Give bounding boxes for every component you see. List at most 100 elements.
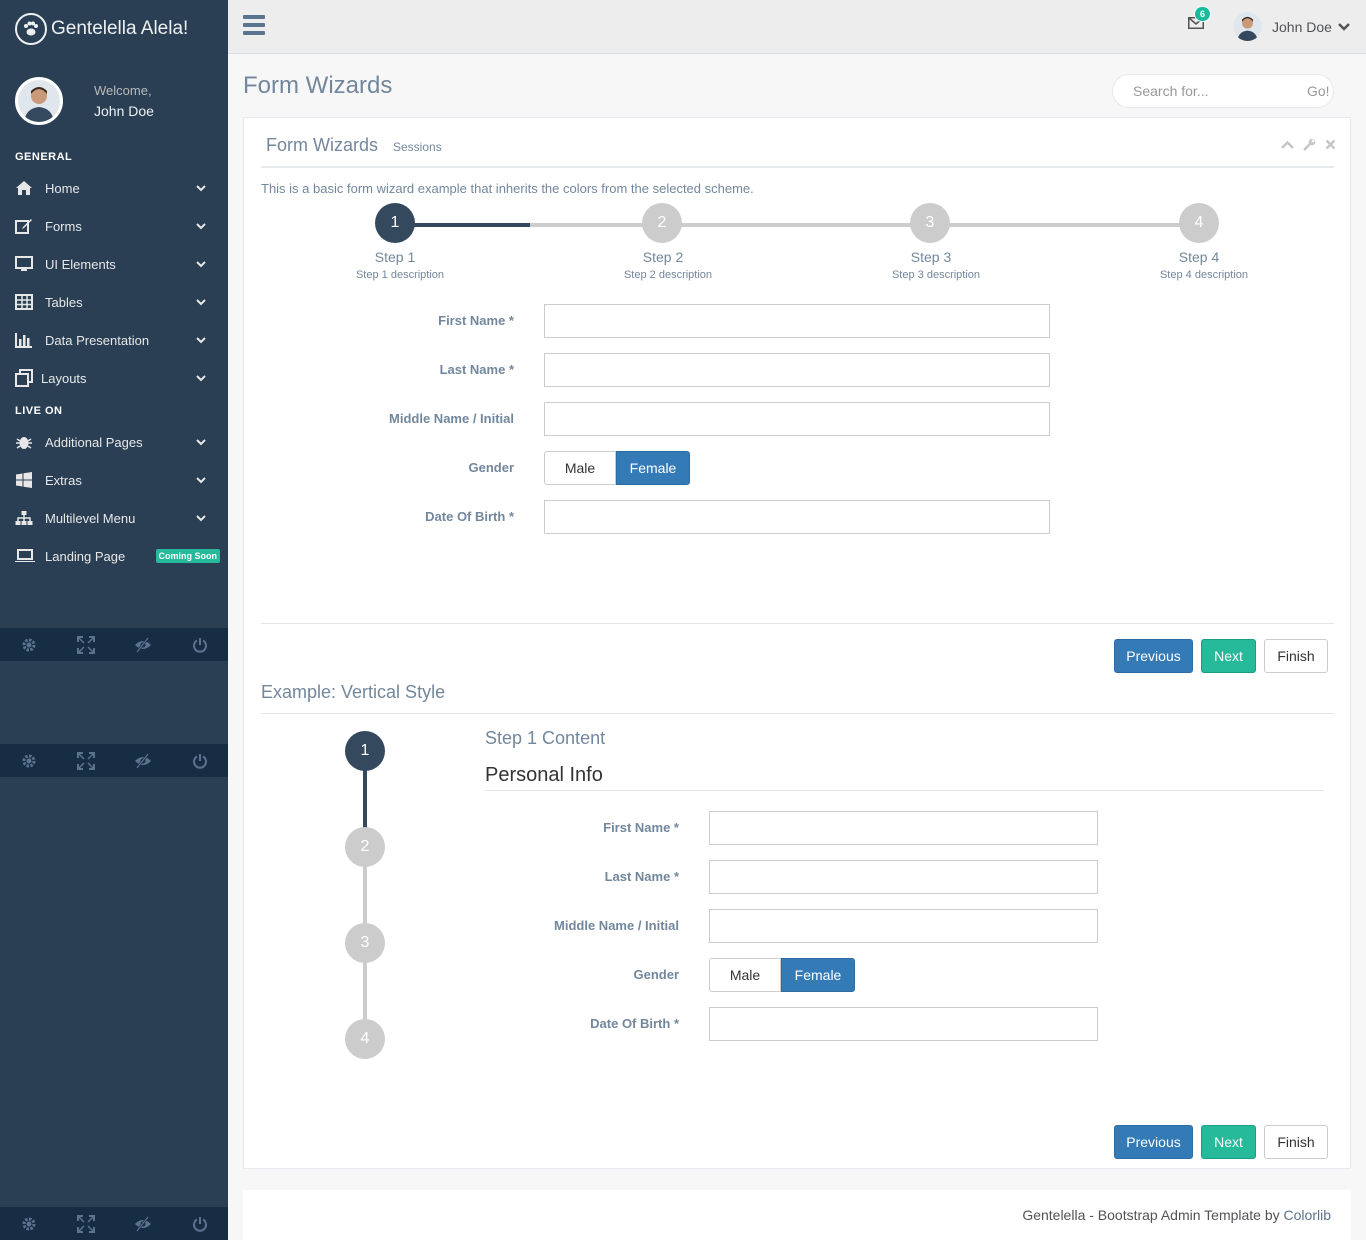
last-name-field[interactable] xyxy=(709,860,1098,894)
menu-section-live: LIVE ON xyxy=(15,405,63,417)
settings-icon[interactable] xyxy=(9,753,49,769)
chevron-down-icon xyxy=(196,295,206,310)
sidebar-item-label: Extras xyxy=(45,472,82,488)
gender-female-button[interactable]: Female xyxy=(616,451,690,485)
edit-icon xyxy=(15,217,37,235)
step-3-description: Step 3 description xyxy=(891,269,981,281)
first-name-label: First Name * xyxy=(603,820,679,835)
sidebar-item-label: Home xyxy=(45,180,80,196)
welcome-text: Welcome, xyxy=(94,83,152,98)
sidebar-item-label: Additional Pages xyxy=(45,434,143,450)
user-dropdown[interactable]: John Doe xyxy=(1233,12,1350,41)
dob-field[interactable] xyxy=(709,1007,1098,1041)
chevron-down-icon xyxy=(196,511,206,526)
step-3-circle[interactable]: 3 xyxy=(910,203,950,243)
step-track-line xyxy=(530,223,1200,227)
user-name: John Doe xyxy=(1272,18,1332,35)
colorlib-link[interactable]: Colorlib xyxy=(1284,1207,1331,1223)
previous-button[interactable]: Previous xyxy=(1114,639,1193,673)
sidebar-item-label: UI Elements xyxy=(45,256,116,272)
sidebar-item-forms[interactable]: Forms xyxy=(0,207,228,245)
chevron-down-icon xyxy=(196,181,206,196)
chevron-down-icon xyxy=(196,435,206,450)
eye-slash-icon[interactable] xyxy=(123,752,163,769)
vertical-example-heading: Example: Vertical Style xyxy=(261,682,446,702)
sidebar: Gentelella Alela! Welcome, John Doe GENE… xyxy=(0,0,228,1240)
middle-name-label: Middle Name / Initial xyxy=(389,411,514,426)
last-name-label: Last Name * xyxy=(439,362,514,377)
brand[interactable]: Gentelella Alela! xyxy=(0,0,228,57)
step-4-circle[interactable]: 4 xyxy=(1179,203,1219,243)
bug-icon xyxy=(15,433,37,451)
sidebar-item-layouts[interactable]: Layouts xyxy=(0,359,228,397)
power-icon[interactable] xyxy=(180,637,220,653)
power-icon[interactable] xyxy=(180,753,220,769)
step-content-title: Step 1 Content xyxy=(485,728,606,748)
gender-female-button[interactable]: Female xyxy=(781,958,855,992)
avatar xyxy=(15,77,63,125)
eye-slash-icon[interactable] xyxy=(123,636,163,653)
profile-name: John Doe xyxy=(94,103,154,119)
sidebar-item-multilevel-menu[interactable]: Multilevel Menu xyxy=(0,499,228,537)
first-name-field[interactable] xyxy=(709,811,1098,845)
sidebar-item-additional-pages[interactable]: Additional Pages xyxy=(0,423,228,461)
next-button[interactable]: Next xyxy=(1201,639,1256,673)
sidebar-item-ui-elements[interactable]: UI Elements xyxy=(0,245,228,283)
intro-text: This is a basic form wizard example that… xyxy=(261,181,754,196)
divider xyxy=(485,790,1324,791)
finish-button[interactable]: Finish xyxy=(1264,1125,1328,1159)
page-title: Form Wizards xyxy=(243,72,393,99)
next-button[interactable]: Next xyxy=(1201,1125,1256,1159)
step-2-title: Step 2 xyxy=(642,249,684,265)
dob-field[interactable] xyxy=(544,500,1050,534)
vertical-step-2-circle[interactable]: 2 xyxy=(345,827,385,867)
step-4-description: Step 4 description xyxy=(1159,269,1249,281)
last-name-field[interactable] xyxy=(544,353,1050,387)
fullscreen-icon[interactable] xyxy=(66,751,106,770)
middle-name-field[interactable] xyxy=(544,402,1050,436)
chevron-down-icon xyxy=(196,371,206,386)
vertical-step-1-circle[interactable]: 1 xyxy=(345,731,385,771)
avatar xyxy=(1233,12,1262,41)
divider xyxy=(261,166,1334,168)
first-name-label: First Name * xyxy=(438,313,514,328)
settings-icon[interactable] xyxy=(9,637,49,653)
panel-subtitle: Sessions xyxy=(393,140,442,154)
previous-button[interactable]: Previous xyxy=(1114,1125,1193,1159)
search-input[interactable] xyxy=(1133,83,1303,99)
middle-name-field[interactable] xyxy=(709,909,1098,943)
vertical-step-4-circle[interactable]: 4 xyxy=(345,1019,385,1059)
power-icon[interactable] xyxy=(180,1216,220,1232)
sidebar-item-data-presentation[interactable]: Data Presentation xyxy=(0,321,228,359)
settings-icon[interactable] xyxy=(9,1216,49,1232)
sidebar-item-tables[interactable]: Tables xyxy=(0,283,228,321)
sidebar-footer xyxy=(0,744,228,777)
fullscreen-icon[interactable] xyxy=(66,1214,106,1233)
collapse-icon[interactable] xyxy=(1281,138,1294,154)
close-icon[interactable] xyxy=(1325,138,1336,154)
top-navbar: 6 John Doe xyxy=(228,0,1366,54)
gender-male-button[interactable]: Male xyxy=(544,451,616,485)
desktop-icon xyxy=(15,255,37,273)
chevron-down-icon xyxy=(196,257,206,272)
step-1-circle[interactable]: 1 xyxy=(375,203,415,243)
sidebar-item-home[interactable]: Home xyxy=(0,169,228,207)
dob-label: Date Of Birth * xyxy=(425,509,514,524)
page-footer: Gentelella - Bootstrap Admin Template by… xyxy=(243,1190,1351,1240)
sidebar-item-extras[interactable]: Extras xyxy=(0,461,228,499)
gender-male-button[interactable]: Male xyxy=(709,958,781,992)
sidebar-item-label: Multilevel Menu xyxy=(45,510,136,526)
brand-name: Gentelella Alela! xyxy=(51,17,189,39)
step-2-circle[interactable]: 2 xyxy=(642,203,682,243)
wrench-icon[interactable] xyxy=(1303,138,1316,154)
step-1-title: Step 1 xyxy=(374,249,416,265)
eye-slash-icon[interactable] xyxy=(123,1215,163,1232)
gender-label: Gender xyxy=(633,967,679,982)
menu-toggle-icon[interactable] xyxy=(243,15,265,35)
sidebar-item-landing-page[interactable]: Landing Page Coming Soon xyxy=(0,537,228,575)
first-name-field[interactable] xyxy=(544,304,1050,338)
search-go-button[interactable]: Go! xyxy=(1307,83,1330,99)
vertical-step-3-circle[interactable]: 3 xyxy=(345,923,385,963)
fullscreen-icon[interactable] xyxy=(66,635,106,654)
finish-button[interactable]: Finish xyxy=(1264,639,1328,673)
